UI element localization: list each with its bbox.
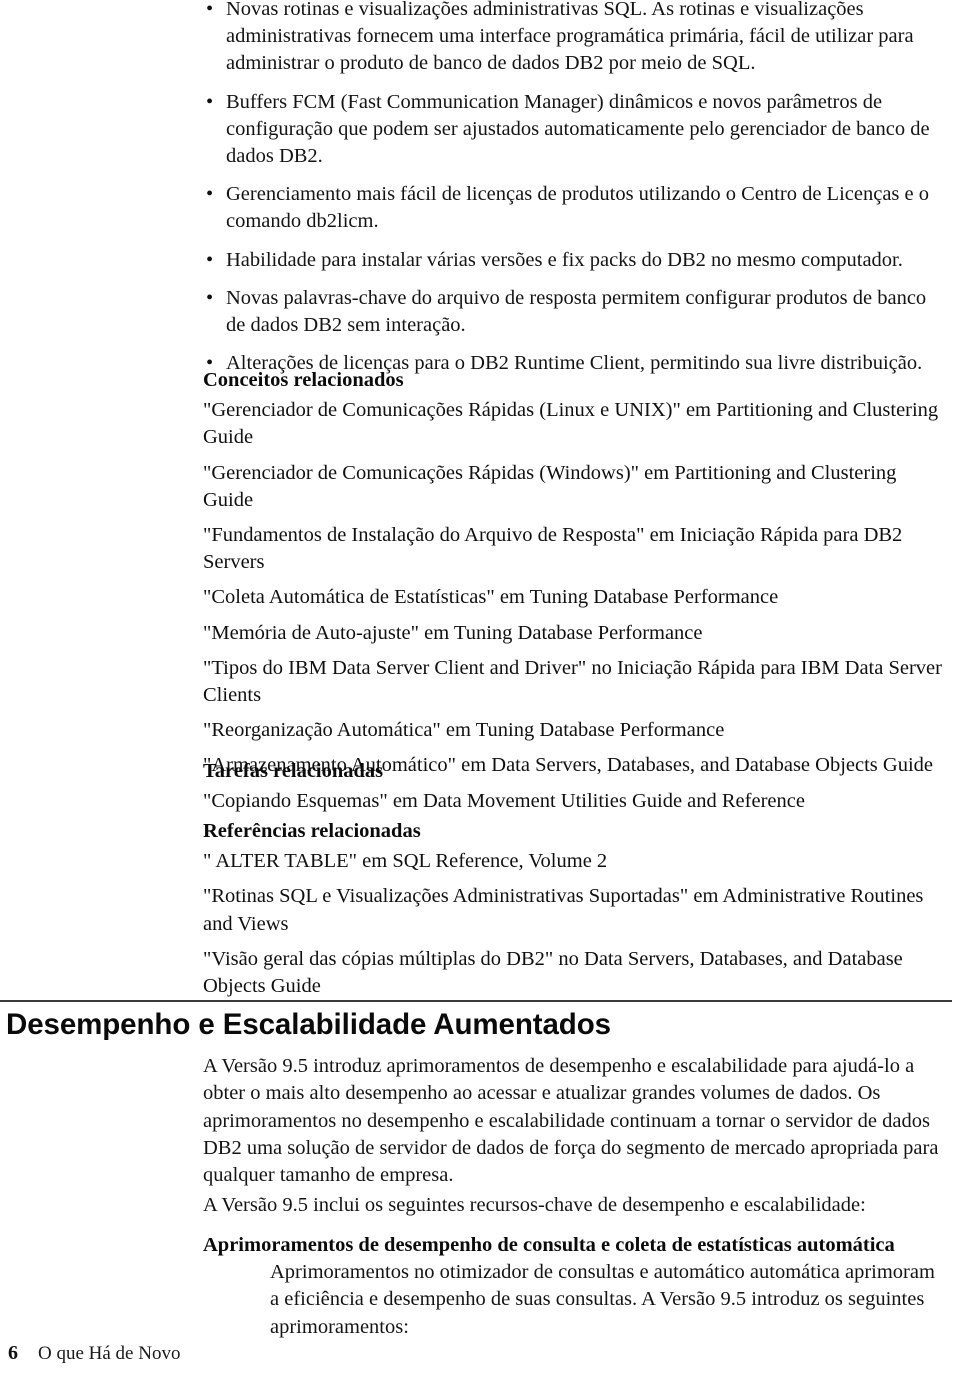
related-concepts-section: Conceitos relacionados "Gerenciador de C… <box>203 367 948 788</box>
bullet-icon: • <box>206 183 214 206</box>
related-link[interactable]: "Gerenciador de Comunicações Rápidas (Wi… <box>203 460 948 514</box>
bullet-icon: • <box>206 90 214 113</box>
related-link[interactable]: "Memória de Auto-ajuste" em Tuning Datab… <box>203 620 948 647</box>
list-item: • Novas rotinas e visualizações administ… <box>203 0 948 78</box>
related-link[interactable]: "Coleta Automática de Estatísticas" em T… <box>203 584 948 611</box>
list-item-text: Novas rotinas e visualizações administra… <box>226 0 914 75</box>
related-link[interactable]: "Visão geral das cópias múltiplas do DB2… <box>203 946 948 1000</box>
list-item-text: Novas palavras-chave do arquivo de respo… <box>226 286 927 337</box>
section-lead-in-paragraph: A Versão 9.5 inclui os seguintes recurso… <box>203 1194 866 1216</box>
list-item: • Habilidade para instalar várias versõe… <box>203 247 948 274</box>
definition-body: Aprimoramentos no otimizador de consulta… <box>270 1261 935 1338</box>
related-concepts-heading: Conceitos relacionados <box>203 369 404 391</box>
related-link[interactable]: "Tipos do IBM Data Server Client and Dri… <box>203 655 948 709</box>
list-item-text: Gerenciamento mais fácil de licenças de … <box>226 183 929 233</box>
related-link[interactable]: "Reorganização Automática" em Tuning Dat… <box>203 717 948 744</box>
page-title: Desempenho e Escalabilidade Aumentados <box>6 1008 611 1041</box>
list-item: • Novas palavras-chave do arquivo de res… <box>203 285 948 339</box>
footer-title: O que Há de Novo <box>38 1343 181 1364</box>
related-tasks-section: Tarefas relacionadas "Copiando Esquemas"… <box>203 758 948 823</box>
bullet-icon: • <box>206 286 214 309</box>
related-link[interactable]: "Fundamentos de Instalação do Arquivo de… <box>203 522 948 576</box>
related-link[interactable]: "Copiando Esquemas" em Data Movement Uti… <box>203 788 948 815</box>
page-footer: 6 O que Há de Novo <box>0 1340 960 1368</box>
bullet-icon: • <box>206 248 214 271</box>
section-divider <box>0 1000 952 1002</box>
document-page: • Novas rotinas e visualizações administ… <box>0 0 960 1386</box>
list-item: • Gerenciamento mais fácil de licenças d… <box>203 181 948 235</box>
related-references-section: Referências relacionadas " ALTER TABLE" … <box>203 818 948 1008</box>
related-link[interactable]: "Rotinas SQL e Visualizações Administrat… <box>203 883 948 937</box>
definition-list: Aprimoramentos de desempenho de consulta… <box>203 1232 948 1341</box>
list-item-text: Habilidade para instalar várias versões … <box>226 248 903 271</box>
related-link[interactable]: "Gerenciador de Comunicações Rápidas (Li… <box>203 397 948 451</box>
related-tasks-heading: Tarefas relacionadas <box>203 760 384 782</box>
related-references-heading: Referências relacionadas <box>203 820 421 842</box>
bullet-icon: • <box>206 0 214 20</box>
related-link[interactable]: " ALTER TABLE" em SQL Reference, Volume … <box>203 848 948 875</box>
feature-bullet-list: • Novas rotinas e visualizações administ… <box>203 0 948 388</box>
page-number: 6 <box>8 1342 18 1364</box>
definition-term: Aprimoramentos de desempenho de consulta… <box>203 1234 895 1256</box>
list-item: • Buffers FCM (Fast Communication Manage… <box>203 89 948 171</box>
section-intro-paragraph: A Versão 9.5 introduz aprimoramentos de … <box>203 1055 939 1187</box>
list-item-text: Buffers FCM (Fast Communication Manager)… <box>226 90 930 168</box>
